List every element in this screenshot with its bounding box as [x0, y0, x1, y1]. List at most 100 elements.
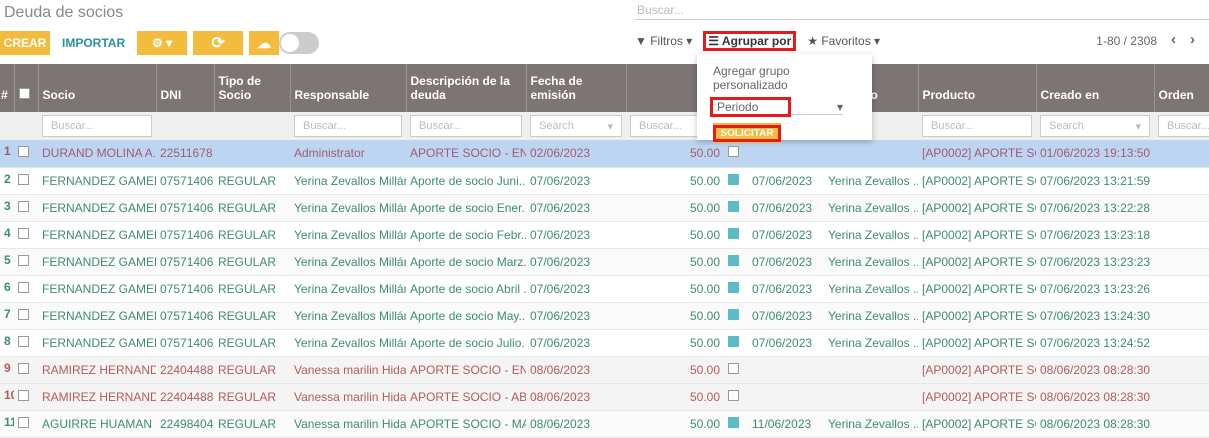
table-row[interactable]: 1 DURAND MOLINA A... 22511678 Administrator…	[0, 140, 1209, 168]
cell-prod: [AP0002] APORTE SO...	[918, 410, 1036, 438]
custom-group-label: Agregar grupo personalizado	[713, 64, 790, 92]
cell-paid	[724, 383, 748, 411]
cell-fecha: 07/06/2023	[526, 329, 626, 357]
row-checkbox[interactable]	[18, 173, 29, 185]
cell-resp: Vanessa marilin Hida...	[290, 356, 406, 384]
apply-button[interactable]: SOLICITAR	[713, 123, 781, 143]
search-input[interactable]: Buscar...	[635, 0, 1209, 20]
table-row[interactable]: 9 RAMIREZ HERNAND...22404488REGULARVaness…	[0, 356, 1209, 384]
row-checkbox[interactable]	[18, 308, 29, 320]
cell-dni: 07571406	[156, 221, 214, 249]
paid-checkbox	[728, 308, 739, 320]
row-checkbox[interactable]	[18, 362, 29, 374]
row-checkbox[interactable]	[18, 254, 29, 266]
create-button[interactable]: CREAR	[0, 31, 50, 55]
cell-select[interactable]	[14, 167, 38, 195]
refresh-icon[interactable]: ⟳	[193, 31, 244, 55]
col-descripcion[interactable]: Descripción de la deuda	[406, 64, 527, 112]
row-checkbox[interactable]	[18, 227, 29, 239]
cell-select[interactable]	[14, 248, 38, 276]
cell-select[interactable]	[14, 275, 38, 303]
toggle-switch[interactable]	[279, 32, 320, 54]
search-options: ▼ Filtros ▾ ☰ Agrupar por ★ Favoritos ▾	[635, 31, 880, 51]
cell-n: 10	[0, 383, 14, 411]
cell-creado: 07/06/2023 13:23:18	[1036, 221, 1154, 249]
table-row[interactable]: 11 AGUIRRE HUAMAN C...22498404REGULARVane…	[0, 410, 1209, 438]
pager-range[interactable]: 1-80 / 2308	[1096, 34, 1157, 48]
col-select-all[interactable]	[14, 64, 39, 112]
col-responsable[interactable]: Responsable	[290, 64, 407, 112]
col-tipo[interactable]: Tipo de Socio	[214, 64, 291, 112]
row-checkbox[interactable]	[18, 146, 29, 158]
cell-select[interactable]	[14, 329, 38, 357]
descripcion-filter-input[interactable]: Buscar...	[410, 115, 522, 137]
import-button[interactable]: IMPORTAR	[56, 36, 131, 50]
cell-rcobro: Yerina Zevallos ...	[824, 221, 918, 249]
favorites-button[interactable]: ★ Favoritos ▾	[807, 34, 880, 48]
group-field-value: Periodo	[709, 97, 792, 117]
chevron-left-icon[interactable]: ‹	[1171, 31, 1176, 48]
download-icon[interactable]: ☁	[249, 31, 280, 55]
responsable-filter-input[interactable]: Buscar...	[294, 115, 402, 137]
row-checkbox[interactable]	[18, 200, 29, 212]
cell-select[interactable]	[14, 194, 38, 222]
col-producto[interactable]: Producto	[918, 64, 1037, 112]
cell-select[interactable]	[14, 221, 38, 249]
table-row[interactable]: 10 RAMIREZ HERNAND...22404488REGULARVanes…	[0, 383, 1209, 411]
creado-filter-select[interactable]: Search ▾	[1040, 115, 1150, 137]
cell-resp: Yerina Zevallos Millán	[290, 221, 406, 249]
col-creado-en[interactable]: Creado en	[1036, 64, 1155, 112]
cell-socio: FERNANDEZ GAMER...	[38, 329, 156, 357]
cell-fcobro: 07/06/2023	[748, 329, 824, 357]
cell-select[interactable]	[14, 383, 38, 411]
table-row[interactable]: 3FERNANDEZ GAMER...07571406REGULARYerina…	[0, 194, 1209, 222]
row-checkbox[interactable]	[18, 281, 29, 293]
cell-dni: 07571406	[156, 194, 214, 222]
cell-rcobro: Yerina Zevallos ...	[824, 329, 918, 357]
cell-prod: [AP0002] APORTE SO...	[918, 383, 1036, 411]
col-dni[interactable]: DNI	[156, 64, 215, 112]
cell-rcobro: Yerina Zevallos ...	[824, 248, 918, 276]
row-checkbox[interactable]	[18, 416, 29, 428]
paid-checkbox	[728, 200, 739, 212]
cell-creado: 08/06/2023 08:28:30	[1036, 356, 1154, 384]
row-checkbox[interactable]	[18, 335, 29, 347]
socio-filter-input[interactable]: Buscar...	[42, 115, 152, 137]
table-row[interactable]: 6FERNANDEZ GAMER...07571406REGULARYerina…	[0, 275, 1209, 303]
cell-prod: [AP0002] APORTE SO...	[918, 302, 1036, 330]
table-row[interactable]: 2FERNANDEZ GAMER...07571406REGULARYerina…	[0, 167, 1209, 195]
col-socio[interactable]: Socio	[38, 64, 157, 112]
cell-dni: 22511678	[156, 140, 214, 168]
cell-prod: [AP0002] APORTE SO...	[918, 275, 1036, 303]
group-field-select[interactable]: Periodo ▾	[709, 97, 843, 117]
cell-select[interactable]	[14, 302, 38, 330]
col-fecha-emision[interactable]: Fecha de emisión	[526, 64, 627, 112]
table-row[interactable]: 4FERNANDEZ GAMER...07571406REGULARYerina…	[0, 221, 1209, 249]
orden-filter-input[interactable]: Buscar...	[1158, 115, 1209, 137]
table-row[interactable]: 8FERNANDEZ GAMER...07571406REGULARYerina…	[0, 329, 1209, 357]
cell-select[interactable]	[14, 140, 38, 168]
paid-checkbox	[728, 281, 739, 293]
cell-select[interactable]	[14, 410, 38, 438]
cell-fecha: 07/06/2023	[526, 302, 626, 330]
select-all-checkbox[interactable]	[18, 88, 30, 99]
paid-checkbox	[728, 254, 739, 266]
cell-prod: [AP0002] APORTE SO...	[918, 329, 1036, 357]
filters-button[interactable]: ▼ Filtros ▾	[635, 34, 692, 48]
cell-tipo: REGULAR	[214, 356, 290, 384]
cell-imp: 50.00	[626, 302, 724, 330]
cell-select[interactable]	[14, 356, 38, 384]
fecha-filter-select[interactable]: Search ▾	[530, 115, 622, 137]
col-orden[interactable]: Orden	[1154, 64, 1209, 112]
cell-fecha: 07/06/2023	[526, 167, 626, 195]
group-by-button[interactable]: ☰ Agrupar por	[703, 31, 797, 51]
gear-icon[interactable]: ⚙ ▾	[137, 31, 188, 55]
table-row[interactable]: 5FERNANDEZ GAMER...07571406REGULARYerina…	[0, 248, 1209, 276]
table-row[interactable]: 7FERNANDEZ GAMER...07571406REGULARYerina…	[0, 302, 1209, 330]
cell-resp: Administrator	[290, 140, 406, 168]
row-checkbox[interactable]	[18, 389, 29, 401]
producto-filter-input[interactable]: Buscar...	[922, 115, 1032, 137]
chevron-right-icon[interactable]: ›	[1190, 31, 1195, 48]
cell-resp: Yerina Zevallos Millán	[290, 329, 406, 357]
cell-imp: 50.00	[626, 410, 724, 438]
